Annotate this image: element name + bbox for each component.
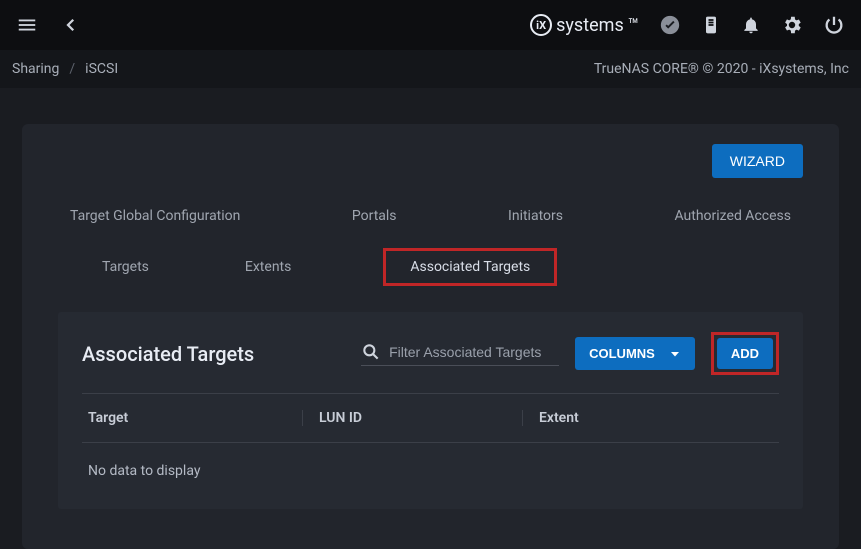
content-area: WIZARD Target Global Configuration Porta… <box>0 88 861 549</box>
breadcrumb-bar: Sharing / iSCSI TrueNAS CORE® © 2020 - i… <box>0 50 861 88</box>
main-card: WIZARD Target Global Configuration Porta… <box>22 124 839 549</box>
col-header-lunid: LUN ID <box>302 410 522 426</box>
tab-associated-targets[interactable]: Associated Targets <box>383 248 557 286</box>
section-header: Associated Targets COLUMNS <box>82 332 779 375</box>
topbar: iX systems ™ <box>0 0 861 50</box>
brand-text: systems <box>556 15 624 36</box>
tab-extents[interactable]: Extents <box>241 253 295 281</box>
brand-logo: iX systems ™ <box>530 14 639 36</box>
tab-target-global-config[interactable]: Target Global Configuration <box>66 202 244 230</box>
clipboard-icon[interactable] <box>701 15 721 35</box>
bell-icon[interactable] <box>741 15 761 35</box>
back-icon[interactable] <box>62 16 80 34</box>
brand-tm: ™ <box>628 15 639 36</box>
chevron-down-icon <box>669 348 681 360</box>
add-button[interactable]: ADD <box>717 338 773 369</box>
menu-icon[interactable] <box>16 14 38 36</box>
columns-label: COLUMNS <box>589 346 655 361</box>
topbar-left <box>16 14 80 36</box>
tab-portals[interactable]: Portals <box>348 202 401 230</box>
breadcrumb-sep: / <box>69 61 75 77</box>
search-wrap <box>361 342 559 366</box>
section-controls: COLUMNS ADD <box>361 332 779 375</box>
topbar-right: iX systems ™ <box>530 14 845 36</box>
power-icon[interactable] <box>823 14 845 36</box>
wizard-button[interactable]: WIZARD <box>712 144 803 178</box>
breadcrumb: Sharing / iSCSI <box>12 61 118 77</box>
tab-targets[interactable]: Targets <box>98 253 153 281</box>
tabs-row-2: Targets Extents Associated Targets <box>58 248 803 312</box>
search-icon <box>361 342 381 362</box>
associated-targets-section: Associated Targets COLUMNS <box>58 312 803 509</box>
status-icon[interactable] <box>659 14 681 36</box>
copyright-text: TrueNAS CORE® © 2020 - iXsystems, Inc <box>594 61 849 77</box>
gear-icon[interactable] <box>781 14 803 36</box>
tab-authorized-access[interactable]: Authorized Access <box>670 202 795 230</box>
brand-logo-mark: iX <box>530 14 552 36</box>
table-header-row: Target LUN ID Extent <box>82 393 779 443</box>
no-data-message: No data to display <box>82 443 779 479</box>
col-header-extent: Extent <box>522 410 779 426</box>
breadcrumb-root[interactable]: Sharing <box>12 61 59 77</box>
col-header-target: Target <box>82 410 302 426</box>
add-button-highlight: ADD <box>711 332 779 375</box>
columns-button[interactable]: COLUMNS <box>575 337 695 370</box>
breadcrumb-current: iSCSI <box>85 61 118 77</box>
tab-initiators[interactable]: Initiators <box>504 202 567 230</box>
section-title: Associated Targets <box>82 342 254 366</box>
filter-input[interactable] <box>389 344 559 360</box>
card-top: WIZARD <box>58 144 803 178</box>
tabs-row-1: Target Global Configuration Portals Init… <box>58 202 803 248</box>
